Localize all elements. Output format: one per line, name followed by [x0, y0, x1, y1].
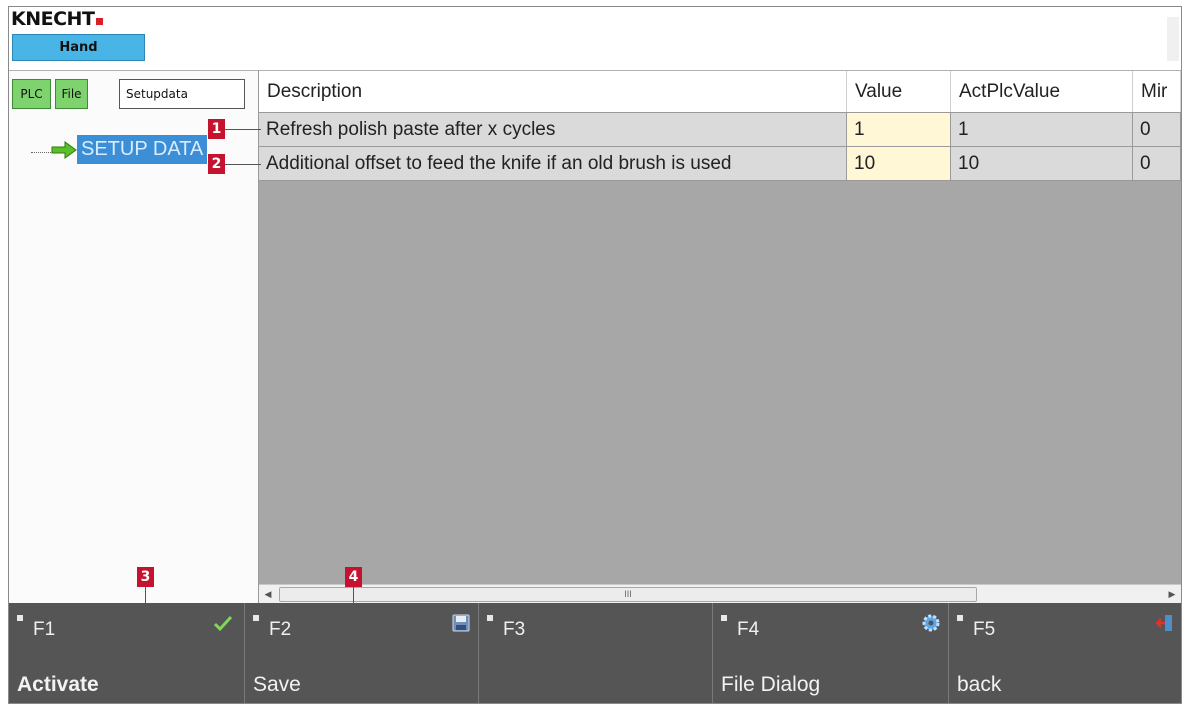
- scroll-left-icon[interactable]: ◀: [259, 585, 277, 603]
- function-key-label: File Dialog: [721, 673, 821, 696]
- arrow-right-icon: [51, 141, 77, 159]
- table-header: Description Value ActPlcValue Mir: [259, 71, 1181, 113]
- f3-button[interactable]: F3: [479, 603, 713, 703]
- led-indicator: [721, 615, 727, 621]
- callout-marker: 3: [137, 567, 154, 587]
- callout-leader: [225, 129, 261, 130]
- callout-leader: [225, 164, 261, 165]
- function-key-number: F3: [503, 619, 526, 640]
- led-indicator: [487, 615, 493, 621]
- function-key-label: Save: [253, 673, 301, 696]
- cell-min: 0: [1133, 113, 1181, 146]
- tree-node-setup-data[interactable]: SETUP DATA: [77, 135, 208, 164]
- tree-panel: PLC File Setupdata SETUP DATA: [9, 70, 259, 603]
- cell-value-input[interactable]: 1: [847, 113, 951, 146]
- cell-description: Refresh polish paste after x cycles: [259, 113, 847, 146]
- table-row[interactable]: Refresh polish paste after x cycles 1 1 …: [259, 113, 1181, 147]
- callout-marker: 1: [208, 119, 225, 139]
- column-header-description[interactable]: Description: [259, 71, 847, 112]
- tree-connector: [31, 152, 51, 153]
- file-button[interactable]: File: [55, 79, 88, 109]
- led-indicator: [957, 615, 963, 621]
- led-indicator: [17, 615, 23, 621]
- function-key-label: back: [957, 673, 1002, 696]
- plc-button[interactable]: PLC: [12, 79, 51, 109]
- brand-text: KNECHT: [11, 8, 95, 30]
- callout-marker: 4: [345, 567, 362, 587]
- led-indicator: [253, 615, 259, 621]
- floppy-icon: [452, 614, 470, 632]
- setupdata-tab[interactable]: Setupdata: [119, 79, 245, 109]
- function-key-number: F5: [973, 619, 996, 640]
- cell-min: 0: [1133, 147, 1181, 180]
- cell-description: Additional offset to feed the knife if a…: [259, 147, 847, 180]
- gear-icon: [922, 614, 940, 632]
- callout-marker: 2: [208, 154, 225, 174]
- f1-activate-button[interactable]: F1 Activate: [9, 603, 245, 703]
- brand-dot: [96, 18, 104, 25]
- scrollbar-thumb[interactable]: III: [279, 587, 977, 602]
- column-header-value[interactable]: Value: [847, 71, 951, 112]
- mode-indicator: Hand: [12, 34, 145, 61]
- cell-actplcvalue: 1: [951, 113, 1133, 146]
- f2-save-button[interactable]: F2 Save: [245, 603, 479, 703]
- function-key-number: F2: [269, 619, 292, 640]
- cell-actplcvalue: 10: [951, 147, 1133, 180]
- app-window: KNECHT Hand PLC File Setupdata SETUP DAT…: [8, 6, 1182, 704]
- exit-door-icon: [1155, 615, 1172, 631]
- horizontal-scrollbar[interactable]: ◀ III ▶: [259, 584, 1181, 603]
- callout-leader: [145, 587, 146, 627]
- cell-value-input[interactable]: 10: [847, 147, 951, 180]
- setup-data-table: Description Value ActPlcValue Mir Refres…: [259, 70, 1181, 603]
- function-key-label: Activate: [17, 673, 99, 696]
- callout-leader: [353, 587, 354, 627]
- f4-file-dialog-button[interactable]: F4 File Dialog: [713, 603, 949, 703]
- column-header-min[interactable]: Mir: [1133, 71, 1181, 112]
- f5-back-button[interactable]: F5 back: [949, 603, 1181, 703]
- table-row[interactable]: Additional offset to feed the knife if a…: [259, 147, 1181, 181]
- function-key-bar: F1 Activate F2 Save F3 F4 File Dialog F5…: [9, 603, 1181, 703]
- function-key-number: F1: [33, 619, 56, 640]
- brand-logo: KNECHT: [11, 8, 104, 30]
- function-key-number: F4: [737, 619, 760, 640]
- check-icon: [213, 615, 233, 632]
- column-header-actplcvalue[interactable]: ActPlcValue: [951, 71, 1133, 112]
- header-edge: [1167, 17, 1179, 61]
- scroll-right-icon[interactable]: ▶: [1163, 585, 1181, 603]
